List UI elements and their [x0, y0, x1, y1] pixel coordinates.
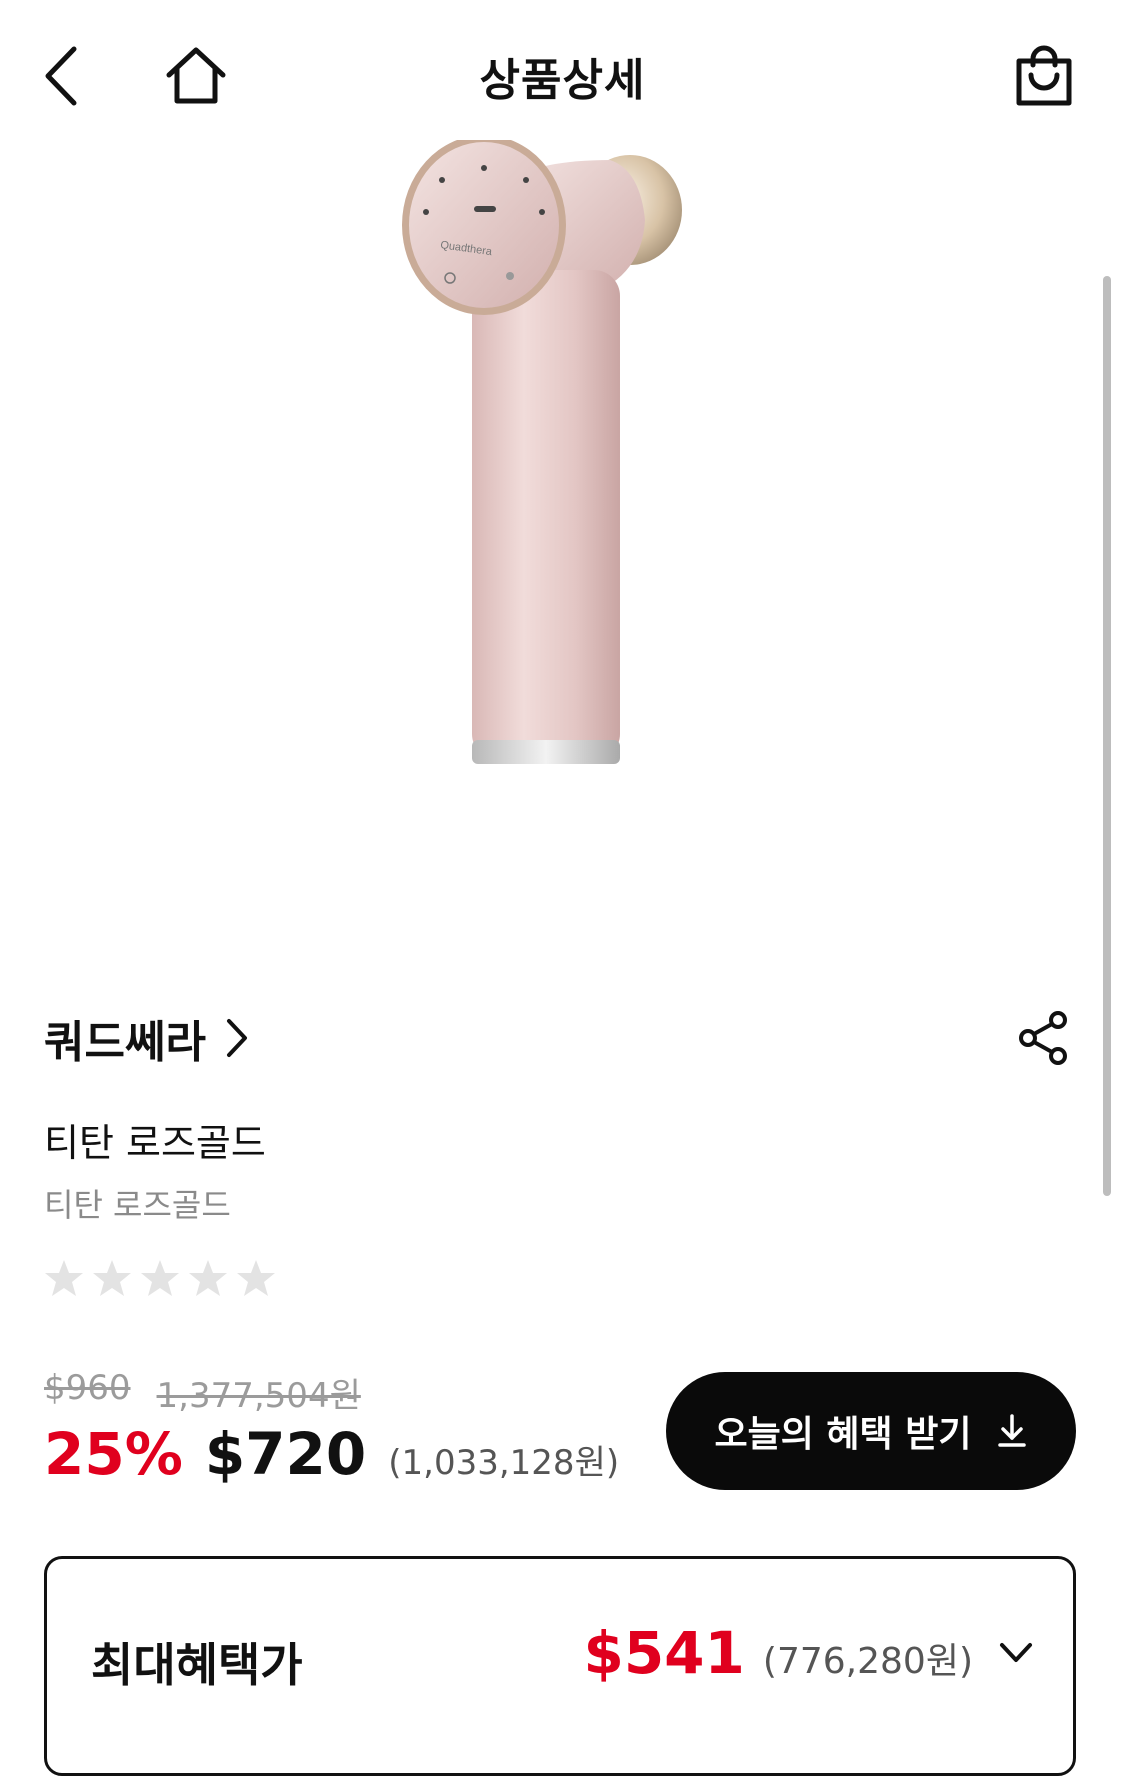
original-price-usd: $960	[44, 1368, 131, 1408]
sale-price: 25% $720 (1,033,128원)	[44, 1420, 619, 1488]
max-benefit-label: 최대혜택가	[91, 1638, 303, 1692]
star-icon	[93, 1260, 131, 1296]
max-benefit-price-krw: (776,280원)	[762, 1641, 973, 1682]
top-navigation-bar: 상품상세	[0, 0, 1125, 150]
share-button[interactable]	[1016, 1010, 1072, 1066]
chevron-right-icon	[226, 1018, 248, 1058]
product-option: 티탄 로즈골드	[44, 1186, 231, 1224]
star-icon	[45, 1260, 83, 1296]
get-benefit-label: 오늘의 혜택 받기	[714, 1414, 972, 1455]
original-price: $960 1,377,504원	[44, 1368, 361, 1417]
star-icon	[189, 1260, 227, 1296]
brand-name: 쿼드쎄라	[44, 1017, 206, 1068]
discount-rate: 25%	[44, 1420, 183, 1488]
star-icon	[141, 1260, 179, 1296]
max-benefit-price-usd: $541	[583, 1619, 745, 1687]
chevron-down-icon[interactable]	[999, 1642, 1033, 1664]
product-name: 티탄 로즈골드	[44, 1121, 266, 1165]
star-icon	[237, 1260, 275, 1296]
scrollbar[interactable]	[1103, 276, 1111, 1196]
get-benefit-button[interactable]: 오늘의 혜택 받기	[666, 1372, 1076, 1490]
original-price-krw: 1,377,504원	[156, 1376, 361, 1416]
brand-link[interactable]: 쿼드쎄라	[44, 1006, 248, 1070]
download-icon	[998, 1414, 1027, 1447]
shopping-bag-button[interactable]	[1004, 36, 1084, 116]
page-title: 상품상세	[479, 55, 646, 106]
product-image: Quadthera	[402, 140, 682, 764]
max-benefit-panel[interactable]: 최대혜택가 $541 (776,280원)	[44, 1556, 1076, 1776]
rating-stars[interactable]	[44, 1258, 276, 1298]
sale-price-krw: (1,033,128원)	[388, 1443, 620, 1483]
sale-price-usd: $720	[204, 1420, 367, 1488]
shopping-bag-icon	[1016, 45, 1072, 106]
share-icon	[1019, 1011, 1067, 1065]
